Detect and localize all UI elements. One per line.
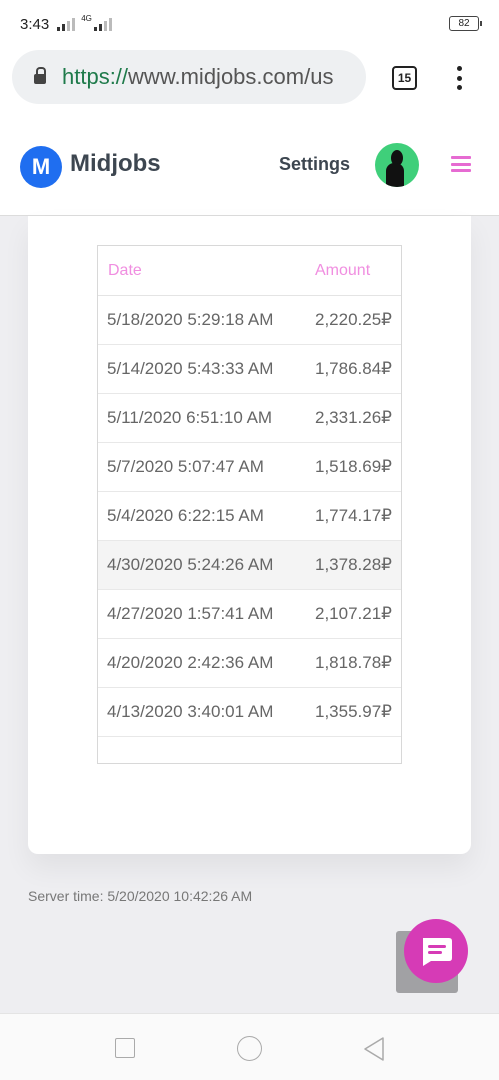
cell-amount: 1,378.28₽	[315, 555, 392, 574]
column-header-amount: Amount	[315, 261, 371, 279]
cell-date: 5/4/2020 6:22:15 AM	[107, 506, 264, 525]
table-row: 4/20/2020 2:42:36 AM 1,818.78₽	[98, 639, 401, 688]
status-time: 3:43	[20, 15, 50, 33]
cell-date: 4/27/2020 1:57:41 AM	[107, 604, 274, 623]
server-time: Server time: 5/20/2020 10:42:26 AM	[28, 888, 253, 904]
cell-amount: 1,518.69₽	[315, 457, 392, 476]
chat-icon[interactable]	[404, 919, 468, 983]
table-row: 4/27/2020 1:57:41 AM 2,107.21₽	[98, 590, 401, 639]
settings-link[interactable]: Settings	[279, 154, 350, 175]
cell-amount: 1,786.84₽	[315, 359, 392, 378]
cell-date: 5/18/2020 5:29:18 AM	[107, 310, 274, 329]
brand-name[interactable]: Midjobs	[70, 150, 161, 178]
url-scheme: https://	[62, 64, 129, 89]
url-host: www.midjobs.com/us	[128, 64, 334, 89]
table-row: 5/4/2020 6:22:15 AM 1,774.17₽	[98, 492, 401, 541]
browser-menu-icon[interactable]	[455, 66, 463, 90]
cell-date: 5/11/2020 6:51:10 AM	[107, 408, 273, 427]
hamburger-menu-icon[interactable]	[451, 156, 471, 172]
brand-logo[interactable]: M	[20, 146, 62, 188]
cell-date: 5/14/2020 5:43:33 AM	[107, 359, 274, 378]
table-row: 5/7/2020 5:07:47 AM 1,518.69₽	[98, 443, 401, 492]
status-bar: 3:43 4G 82	[0, 0, 499, 48]
table-row: 5/14/2020 5:43:33 AM 1,786.84₽	[98, 345, 401, 394]
cell-amount: 2,107.21₽	[315, 604, 392, 623]
brand-logo-letter: M	[31, 154, 51, 179]
back-button[interactable]	[362, 1036, 386, 1062]
cell-amount: 1,355.97₽	[315, 702, 392, 721]
table-row: 5/18/2020 5:29:18 AM 2,220.25₽	[98, 296, 401, 345]
browser-toolbar: https:// www.midjobs.com/us 15	[0, 48, 499, 114]
cell-date: 4/20/2020 2:42:36 AM	[107, 653, 274, 672]
cell-amount: 1,818.78₽	[315, 653, 392, 672]
site-header: M Midjobs Settings	[0, 114, 499, 216]
battery-level: 82	[458, 18, 470, 29]
tab-count: 15	[397, 71, 412, 85]
lock-icon	[34, 67, 46, 84]
cell-amount: 2,331.26₽	[315, 408, 392, 427]
table-row: 4/13/2020 3:40:01 AM 1,355.97₽	[98, 688, 401, 737]
table-row: 5/11/2020 6:51:10 AM 2,331.26₽	[98, 394, 401, 443]
cell-date: 4/30/2020 5:24:26 AM	[107, 555, 274, 574]
table-header-row: Date Amount	[98, 246, 401, 296]
recent-apps-button[interactable]	[115, 1038, 135, 1058]
avatar[interactable]	[375, 143, 419, 187]
home-button[interactable]	[237, 1036, 262, 1061]
payments-table[interactable]: Date Amount 5/18/2020 5:29:18 AM 2,220.25…	[97, 245, 402, 764]
battery-icon: 82	[449, 16, 482, 31]
cell-amount: 2,220.25₽	[315, 310, 392, 329]
signal-icon	[57, 17, 76, 31]
column-header-date: Date	[108, 261, 142, 279]
cell-amount: 1,774.17₽	[315, 506, 392, 525]
cell-date: 4/13/2020 3:40:01 AM	[107, 702, 274, 721]
tab-switcher-button[interactable]: 15	[392, 66, 417, 90]
cell-date: 5/7/2020 5:07:47 AM	[107, 457, 264, 476]
signal-icon-secondary	[93, 17, 112, 31]
table-row: 4/30/2020 5:24:26 AM 1,378.28₽	[98, 541, 401, 590]
network-type: 4G	[81, 14, 92, 23]
system-navigation-bar	[0, 1013, 499, 1080]
address-bar[interactable]: https:// www.midjobs.com/us	[12, 50, 366, 104]
table-body: 5/18/2020 5:29:18 AM 2,220.25₽ 5/14/2020 5…	[98, 296, 401, 737]
